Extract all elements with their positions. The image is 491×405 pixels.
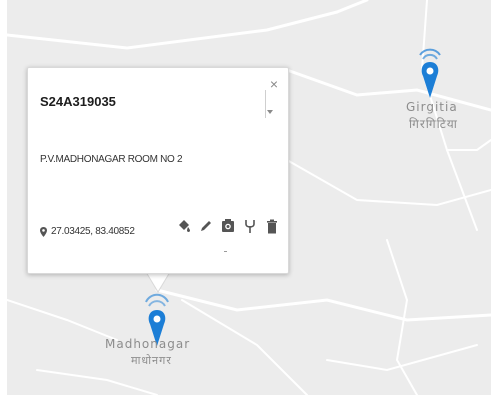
popup-description: P.V.MADHONAGAR ROOM NO 2 [40,154,183,165]
place-label-local: गिरगिटिया [409,117,458,131]
fill-bucket-icon[interactable] [177,218,191,234]
road [335,0,369,14]
place-label-latin: Madhonagar [105,337,191,351]
road [36,369,158,395]
camera-icon[interactable] [221,218,235,234]
scroll-down-icon[interactable] [267,110,273,114]
map-screen: Girgitia गिरगिटिया Madhonagar माधोनगर S2… [0,0,491,405]
popup-action-bar [177,218,279,234]
popup-title: S24A319035 [40,94,116,109]
place-label-local: माधोनगर [131,354,172,367]
road [181,299,308,395]
pencil-icon[interactable] [199,218,213,234]
road [326,344,478,372]
coordinates-text: 27.03425, 83.40852 [51,226,135,237]
map-marker-icon [40,226,47,237]
road [285,68,491,112]
place-label-latin: Girgitia [406,100,458,114]
location-pin-girgitia[interactable] [417,46,443,102]
road [286,159,491,207]
fork-icon[interactable] [243,218,257,234]
road [7,10,339,50]
road [7,299,118,341]
info-popup: S24A319035 × P.V.MADHONAGAR ROOM NO 2 27… [27,67,289,274]
road [446,139,491,151]
indicator-dot [224,251,227,252]
close-icon[interactable]: × [268,77,280,91]
popup-tail [145,272,171,293]
trash-icon[interactable] [265,218,279,234]
popup-coordinates: 27.03425, 83.40852 [40,226,135,237]
